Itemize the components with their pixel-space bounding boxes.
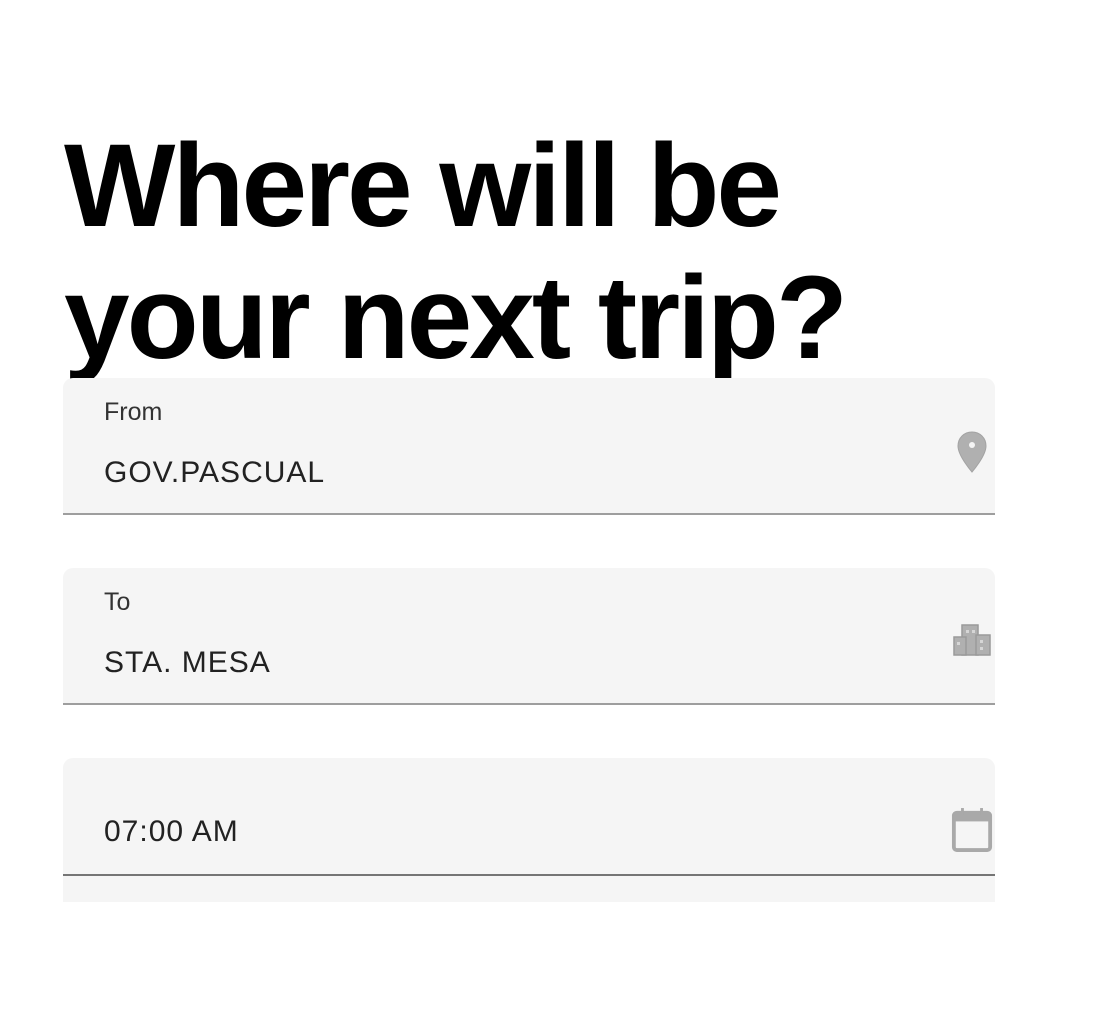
- calendar-icon[interactable]: [951, 806, 993, 854]
- page-headline: Where will be your next trip?: [64, 120, 848, 384]
- from-field-value[interactable]: GOV.PASCUAL: [104, 456, 325, 490]
- city-buildings-icon: [951, 616, 993, 664]
- next-field-partial: [63, 876, 995, 902]
- to-field-label: To: [104, 588, 131, 616]
- to-field[interactable]: To STA. MESA: [63, 568, 995, 705]
- location-pin-icon: [951, 428, 993, 476]
- time-field-value[interactable]: 07:00 AM: [104, 815, 239, 849]
- headline-line-2: your next trip?: [64, 252, 848, 384]
- from-field-label: From: [104, 398, 163, 426]
- to-field-value[interactable]: STA. MESA: [104, 646, 271, 680]
- from-field[interactable]: From GOV.PASCUAL: [63, 378, 995, 515]
- headline-line-1: Where will be: [64, 120, 782, 252]
- time-field[interactable]: 07:00 AM: [63, 758, 995, 876]
